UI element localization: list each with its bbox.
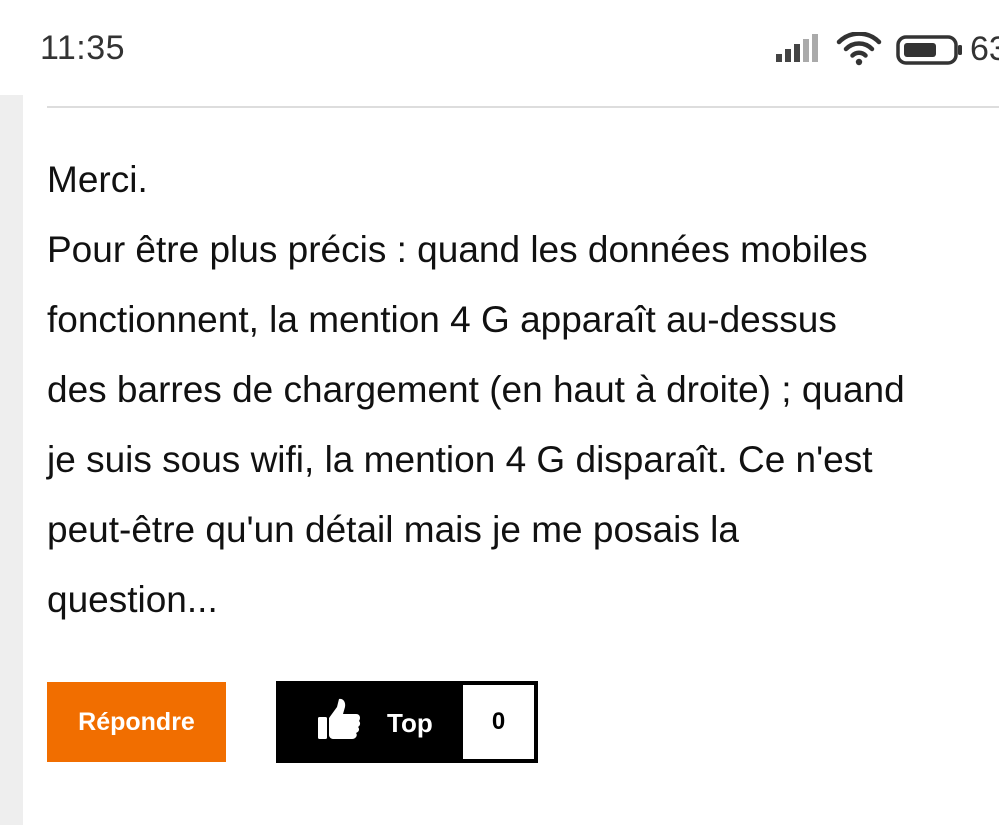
divider bbox=[47, 106, 999, 108]
post-body-line: je suis sous wifi, la mention 4 G dispar… bbox=[47, 439, 873, 480]
status-bar: 11:35 63 bbox=[0, 0, 999, 95]
post-body-line: fonctionnent, la mention 4 G apparaît au… bbox=[47, 299, 837, 340]
kudos-label: Top bbox=[387, 708, 433, 738]
post-body: Merci. Pour être plus précis : quand les… bbox=[47, 145, 999, 635]
battery-percent: 63 bbox=[970, 30, 999, 68]
post-body-line: Merci. bbox=[47, 159, 148, 200]
wifi-icon bbox=[836, 32, 882, 66]
battery-icon bbox=[896, 35, 962, 65]
signal-icon bbox=[776, 34, 818, 62]
kudos-left[interactable]: Top bbox=[276, 681, 461, 763]
post-body-line: Pour être plus précis : quand les donnée… bbox=[47, 229, 868, 270]
kudos-count: 0 bbox=[463, 685, 534, 759]
post-body-line: question... bbox=[47, 579, 218, 620]
thumbs-up-icon bbox=[318, 698, 361, 739]
status-icons: 63 bbox=[774, 26, 999, 70]
post-body-line: des barres de chargement (en haut à droi… bbox=[47, 369, 905, 410]
left-gutter bbox=[0, 95, 23, 825]
post-body-line: peut-être qu'un détail mais je me posais… bbox=[47, 509, 739, 550]
reply-button[interactable]: Répondre bbox=[47, 682, 226, 762]
status-time: 11:35 bbox=[40, 29, 126, 67]
